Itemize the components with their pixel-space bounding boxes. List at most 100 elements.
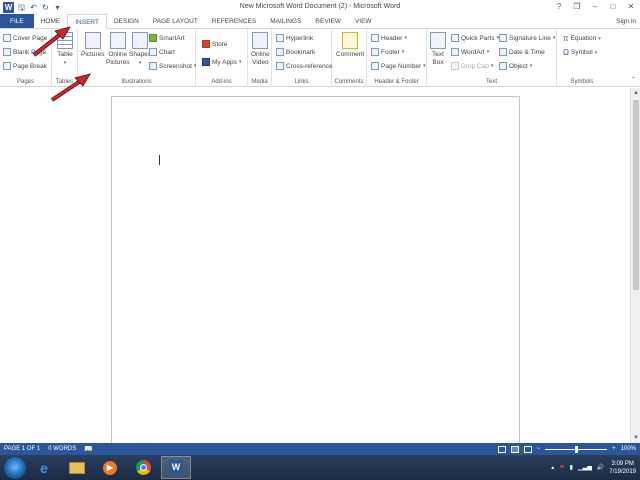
zoom-slider[interactable] [545,445,608,453]
show-hidden-icons-icon[interactable]: ▴ [551,464,554,471]
tab-mailings[interactable]: MAILINGS [263,14,308,28]
help-button[interactable]: ? [550,0,568,14]
save-icon[interactable]: 🖫 [17,3,26,12]
scrollbar-thumb[interactable] [633,100,639,290]
chart-label: Chart [159,48,175,56]
bookmark-label: Bookmark [286,48,316,56]
tab-page-layout[interactable]: PAGE LAYOUT [146,14,205,28]
word-taskbar-icon[interactable]: W [161,456,191,479]
group-illustrations: Pictures Online Pictures Shapes ▾ SmartA… [78,29,196,87]
chevron-down-icon: ▾ [552,35,556,41]
shapes-button[interactable]: Shapes ▾ [129,32,151,67]
online-pictures-button[interactable]: Online Pictures [106,32,129,67]
pictures-button[interactable]: Pictures [81,32,104,59]
close-button[interactable]: ✕ [622,0,640,14]
word-count[interactable]: 0 WORDS [48,446,76,452]
windows-taskbar: e ▶ W ▴ ⚑ ▮ ▁▃▅ 🔊 3:09 PM 7/19/2019 [0,455,640,480]
tab-design[interactable]: DESIGN [107,14,146,28]
chrome-icon[interactable] [128,456,158,479]
cross-reference-button[interactable]: Cross-reference [276,62,333,70]
window-controls: ? ❒ – □ ✕ [550,0,640,14]
wordart-button[interactable]: WordArt ▾ [451,48,489,56]
minimize-button[interactable]: – [586,0,604,14]
document-page[interactable] [111,96,520,456]
cover-page-button[interactable]: Cover Page [3,34,47,42]
cover-page-icon [3,34,11,42]
quick-parts-button[interactable]: Quick Parts ▾ [451,34,499,42]
signature-line-button[interactable]: Signature Line ▾ [499,34,555,42]
smartart-button[interactable]: SmartArt [149,34,185,42]
taskbar-clock[interactable]: 3:09 PM 7/19/2019 [609,460,636,476]
page-number-button[interactable]: Page Number ▾ [371,62,426,70]
bookmark-button[interactable]: Bookmark [276,48,315,56]
date-time-label: Date & Time [509,48,545,56]
my-apps-button[interactable]: My Apps ▾ [202,58,241,66]
text-box-button[interactable]: Text Box [430,32,446,67]
tab-view[interactable]: VIEW [348,14,379,28]
symbol-button[interactable]: Ω Symbol ▾ [563,48,597,57]
web-layout-icon[interactable] [523,445,532,453]
battery-icon[interactable]: ▮ [570,464,573,471]
store-button[interactable]: Store [202,40,228,48]
tab-insert[interactable]: INSERT [67,14,107,29]
vertical-scrollbar[interactable]: ▲ ▼ [630,88,640,443]
object-icon [499,62,507,70]
comment-button[interactable]: Comment [336,32,364,59]
online-pictures-label-line2: Pictures [106,59,130,66]
equation-button[interactable]: π Equation ▾ [563,34,601,43]
media-player-icon[interactable]: ▶ [95,456,125,479]
page-break-button[interactable]: Page Break [3,62,47,70]
network-icon[interactable]: ▁▃▅ [578,464,592,471]
page-count[interactable]: PAGE 1 OF 1 [4,446,40,452]
screenshot-button[interactable]: Screenshot ▾ [149,62,196,70]
maximize-button[interactable]: □ [604,0,622,14]
group-pages: Cover Page Blank Page Page Break Pages [0,29,52,87]
zoom-out-icon[interactable]: − [537,446,541,452]
sign-in-link[interactable]: Sign in [616,14,636,29]
internet-explorer-icon[interactable]: e [29,456,59,479]
table-button[interactable]: Table ▾ [57,32,73,67]
print-layout-icon[interactable] [510,445,519,453]
read-mode-icon[interactable] [497,445,506,453]
scroll-up-icon[interactable]: ▲ [631,88,640,98]
redo-icon[interactable]: ↻ [41,3,50,12]
group-header-footer: Header ▾ Footer ▾ Page Number ▾ Header &… [367,29,427,87]
page-break-icon [3,62,11,70]
proofing-icon[interactable]: 📖 [84,445,93,453]
word-app-icon[interactable]: W [3,1,14,13]
object-button[interactable]: Object ▾ [499,62,532,70]
footer-icon [371,48,379,56]
object-label: Object [509,62,528,70]
chart-button[interactable]: Chart [149,48,175,56]
drop-cap-button[interactable]: Drop Cap ▾ [451,62,493,70]
my-apps-icon [202,58,210,66]
ribbon-display-button[interactable]: ❒ [568,0,586,14]
scroll-down-icon[interactable]: ▼ [631,433,640,443]
volume-icon[interactable]: 🔊 [597,464,604,471]
collapse-ribbon-icon[interactable]: ⌃ [631,76,636,83]
start-button[interactable] [4,456,26,479]
chevron-down-icon: ▾ [423,63,426,69]
cross-reference-label: Cross-reference [286,62,333,70]
hyperlink-button[interactable]: Hyperlink [276,34,313,42]
date-time-icon [499,48,507,56]
zoom-level[interactable]: 100% [621,446,636,452]
footer-button[interactable]: Footer ▾ [371,48,404,56]
online-video-button[interactable]: Online Video [251,32,270,67]
screenshot-icon [149,62,157,70]
tab-review[interactable]: REVIEW [308,14,348,28]
header-button[interactable]: Header ▾ [371,34,407,42]
my-apps-label: My Apps [212,58,237,66]
equation-label: Equation [570,35,597,42]
action-center-flag-icon[interactable]: ⚑ [559,464,564,471]
file-explorer-icon[interactable] [62,456,92,479]
zoom-in-icon[interactable]: + [612,446,616,452]
tab-file[interactable]: FILE [0,14,34,28]
blank-page-button[interactable]: Blank Page [3,48,46,56]
date-time-button[interactable]: Date & Time [499,48,545,56]
undo-icon[interactable]: ↶ [29,3,38,12]
customize-qat-icon[interactable]: ▾ [53,3,62,12]
zoom-slider-knob[interactable] [574,445,578,453]
tab-references[interactable]: REFERENCES [205,14,263,28]
tab-home[interactable]: HOME [34,14,68,28]
